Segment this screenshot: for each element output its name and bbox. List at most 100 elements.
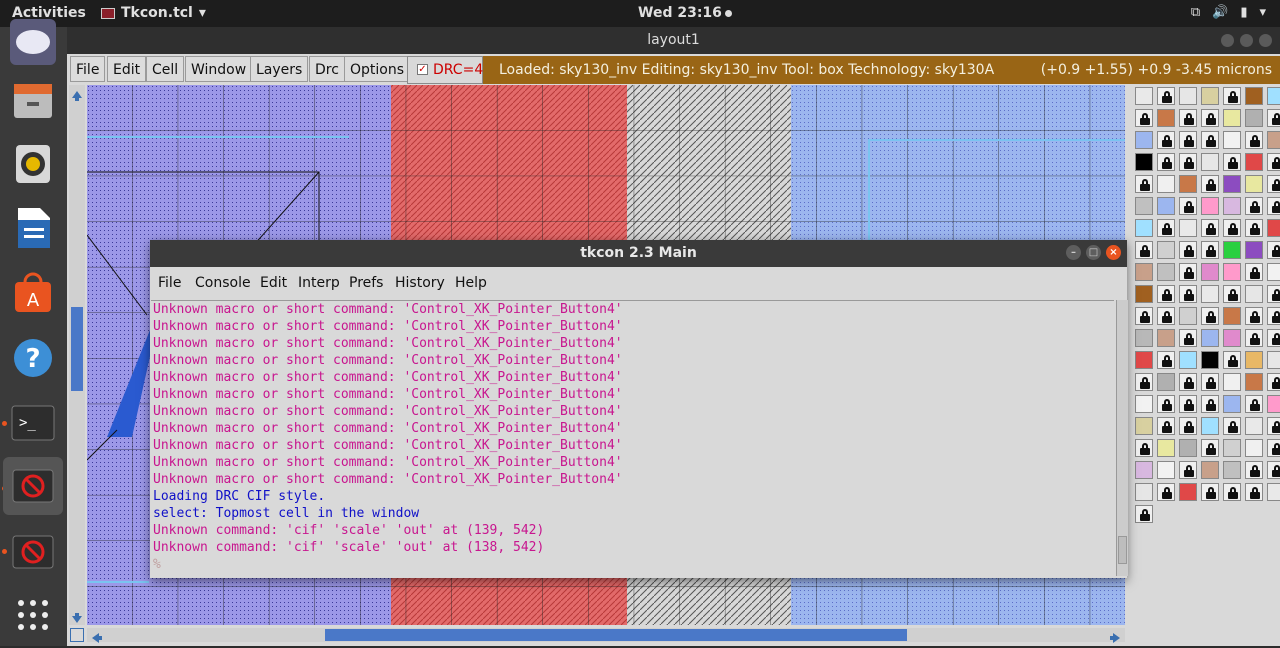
- layer-swatch[interactable]: [1135, 87, 1153, 105]
- layer-swatch[interactable]: [1223, 483, 1241, 501]
- horizontal-scrollbar[interactable]: [87, 628, 1125, 643]
- layer-swatch[interactable]: [1245, 351, 1263, 369]
- layer-swatch[interactable]: [1267, 131, 1280, 149]
- zoom-box-icon[interactable]: [70, 628, 84, 642]
- layer-swatch[interactable]: [1223, 351, 1241, 369]
- layer-swatch[interactable]: [1135, 329, 1153, 347]
- layer-swatch[interactable]: [1157, 461, 1175, 479]
- layer-swatch[interactable]: [1245, 153, 1263, 171]
- layer-swatch[interactable]: [1245, 285, 1263, 303]
- layer-swatch[interactable]: [1201, 263, 1219, 281]
- layer-swatch[interactable]: [1223, 87, 1241, 105]
- layer-swatch[interactable]: [1267, 87, 1280, 105]
- layer-swatch[interactable]: [1157, 329, 1175, 347]
- layer-swatch[interactable]: [1201, 395, 1219, 413]
- layer-swatch[interactable]: [1179, 219, 1197, 237]
- layer-swatch[interactable]: [1201, 219, 1219, 237]
- layer-swatch[interactable]: [1245, 417, 1263, 435]
- layer-swatch[interactable]: [1223, 241, 1241, 259]
- tkcon-app-icon[interactable]: [3, 457, 63, 515]
- layer-swatch[interactable]: [1179, 109, 1197, 127]
- layer-swatch[interactable]: [1201, 87, 1219, 105]
- layer-swatch[interactable]: [1157, 109, 1175, 127]
- help-icon[interactable]: ?: [10, 335, 56, 381]
- layer-swatch[interactable]: [1179, 461, 1197, 479]
- layer-swatch[interactable]: [1245, 197, 1263, 215]
- layer-swatch[interactable]: [1157, 307, 1175, 325]
- console-scrollbar[interactable]: [1116, 300, 1128, 576]
- layer-swatch[interactable]: [1201, 329, 1219, 347]
- layer-swatch[interactable]: [1157, 285, 1175, 303]
- layer-swatch[interactable]: [1135, 417, 1153, 435]
- layer-swatch[interactable]: [1201, 307, 1219, 325]
- layer-swatch[interactable]: [1223, 175, 1241, 193]
- layer-swatch[interactable]: [1135, 175, 1153, 193]
- layer-swatch[interactable]: [1135, 483, 1153, 501]
- ubuntu-app-icon[interactable]: [10, 19, 56, 65]
- layer-swatch[interactable]: [1179, 175, 1197, 193]
- layer-swatch[interactable]: [1201, 373, 1219, 391]
- console-output[interactable]: Unknown macro or short command: 'Control…: [151, 300, 1114, 577]
- layer-swatch[interactable]: [1179, 307, 1197, 325]
- layer-swatch[interactable]: [1179, 483, 1197, 501]
- layer-swatch[interactable]: [1223, 417, 1241, 435]
- app-menu[interactable]: Tkcon.tcl ▾: [101, 5, 206, 21]
- arrow-left-icon[interactable]: [91, 629, 103, 643]
- layer-swatch[interactable]: [1157, 197, 1175, 215]
- layer-swatch[interactable]: [1135, 219, 1153, 237]
- menu-edit[interactable]: Edit: [107, 56, 147, 82]
- layer-swatch[interactable]: [1179, 87, 1197, 105]
- tkcon-titlebar[interactable]: tkcon 2.3 Main – □ ×: [150, 240, 1127, 267]
- layer-swatch[interactable]: [1135, 351, 1153, 369]
- layer-swatch[interactable]: [1223, 307, 1241, 325]
- layer-swatch[interactable]: [1267, 483, 1280, 501]
- tkcon-menu-help[interactable]: Help: [455, 275, 487, 291]
- layer-swatch[interactable]: [1201, 175, 1219, 193]
- layer-swatch[interactable]: [1201, 285, 1219, 303]
- tkcon-menu-prefs[interactable]: Prefs: [349, 275, 383, 291]
- layer-swatch[interactable]: [1267, 219, 1280, 237]
- layer-swatch[interactable]: [1267, 109, 1280, 127]
- layer-swatch[interactable]: [1135, 395, 1153, 413]
- drc-toggle[interactable]: ✓ DRC=4: [407, 56, 483, 84]
- layer-swatch[interactable]: [1245, 307, 1263, 325]
- layer-swatch[interactable]: [1135, 461, 1153, 479]
- layer-swatch[interactable]: [1179, 351, 1197, 369]
- layer-swatch[interactable]: [1201, 483, 1219, 501]
- layer-swatch[interactable]: [1223, 329, 1241, 347]
- tkcon-menu-edit[interactable]: Edit: [260, 275, 287, 291]
- layer-swatch[interactable]: [1157, 395, 1175, 413]
- layer-swatch[interactable]: [1135, 241, 1153, 259]
- close-icon[interactable]: [1259, 34, 1272, 47]
- tkcon-menu-console[interactable]: Console: [195, 275, 251, 291]
- layer-swatch[interactable]: [1223, 197, 1241, 215]
- layer-swatch[interactable]: [1267, 395, 1280, 413]
- layer-swatch[interactable]: [1267, 241, 1280, 259]
- layer-swatch[interactable]: [1201, 197, 1219, 215]
- layer-swatch[interactable]: [1179, 439, 1197, 457]
- layer-swatch[interactable]: [1223, 461, 1241, 479]
- layer-swatch[interactable]: [1135, 153, 1153, 171]
- rhythmbox-icon[interactable]: [10, 141, 56, 187]
- layer-swatch[interactable]: [1201, 439, 1219, 457]
- window-titlebar[interactable]: layout1: [67, 27, 1280, 54]
- layer-swatch[interactable]: [1245, 483, 1263, 501]
- scroll-thumb[interactable]: [71, 307, 83, 391]
- layer-swatch[interactable]: [1179, 329, 1197, 347]
- system-tray[interactable]: ⧉ 🔊 ▮ ▾: [1191, 5, 1266, 20]
- layer-swatch[interactable]: [1157, 175, 1175, 193]
- layer-swatch[interactable]: [1135, 439, 1153, 457]
- layer-swatch[interactable]: [1267, 175, 1280, 193]
- layer-swatch[interactable]: [1135, 505, 1153, 523]
- menu-window[interactable]: Window: [185, 56, 253, 82]
- layer-swatch[interactable]: [1157, 439, 1175, 457]
- layer-swatch[interactable]: [1267, 417, 1280, 435]
- layer-swatch[interactable]: [1157, 483, 1175, 501]
- layer-swatch[interactable]: [1245, 175, 1263, 193]
- layer-swatch[interactable]: [1267, 285, 1280, 303]
- layer-swatch[interactable]: [1245, 109, 1263, 127]
- layer-swatch[interactable]: [1245, 461, 1263, 479]
- layer-swatch[interactable]: [1223, 439, 1241, 457]
- layer-swatch[interactable]: [1201, 351, 1219, 369]
- arrow-right-icon[interactable]: [1109, 629, 1121, 643]
